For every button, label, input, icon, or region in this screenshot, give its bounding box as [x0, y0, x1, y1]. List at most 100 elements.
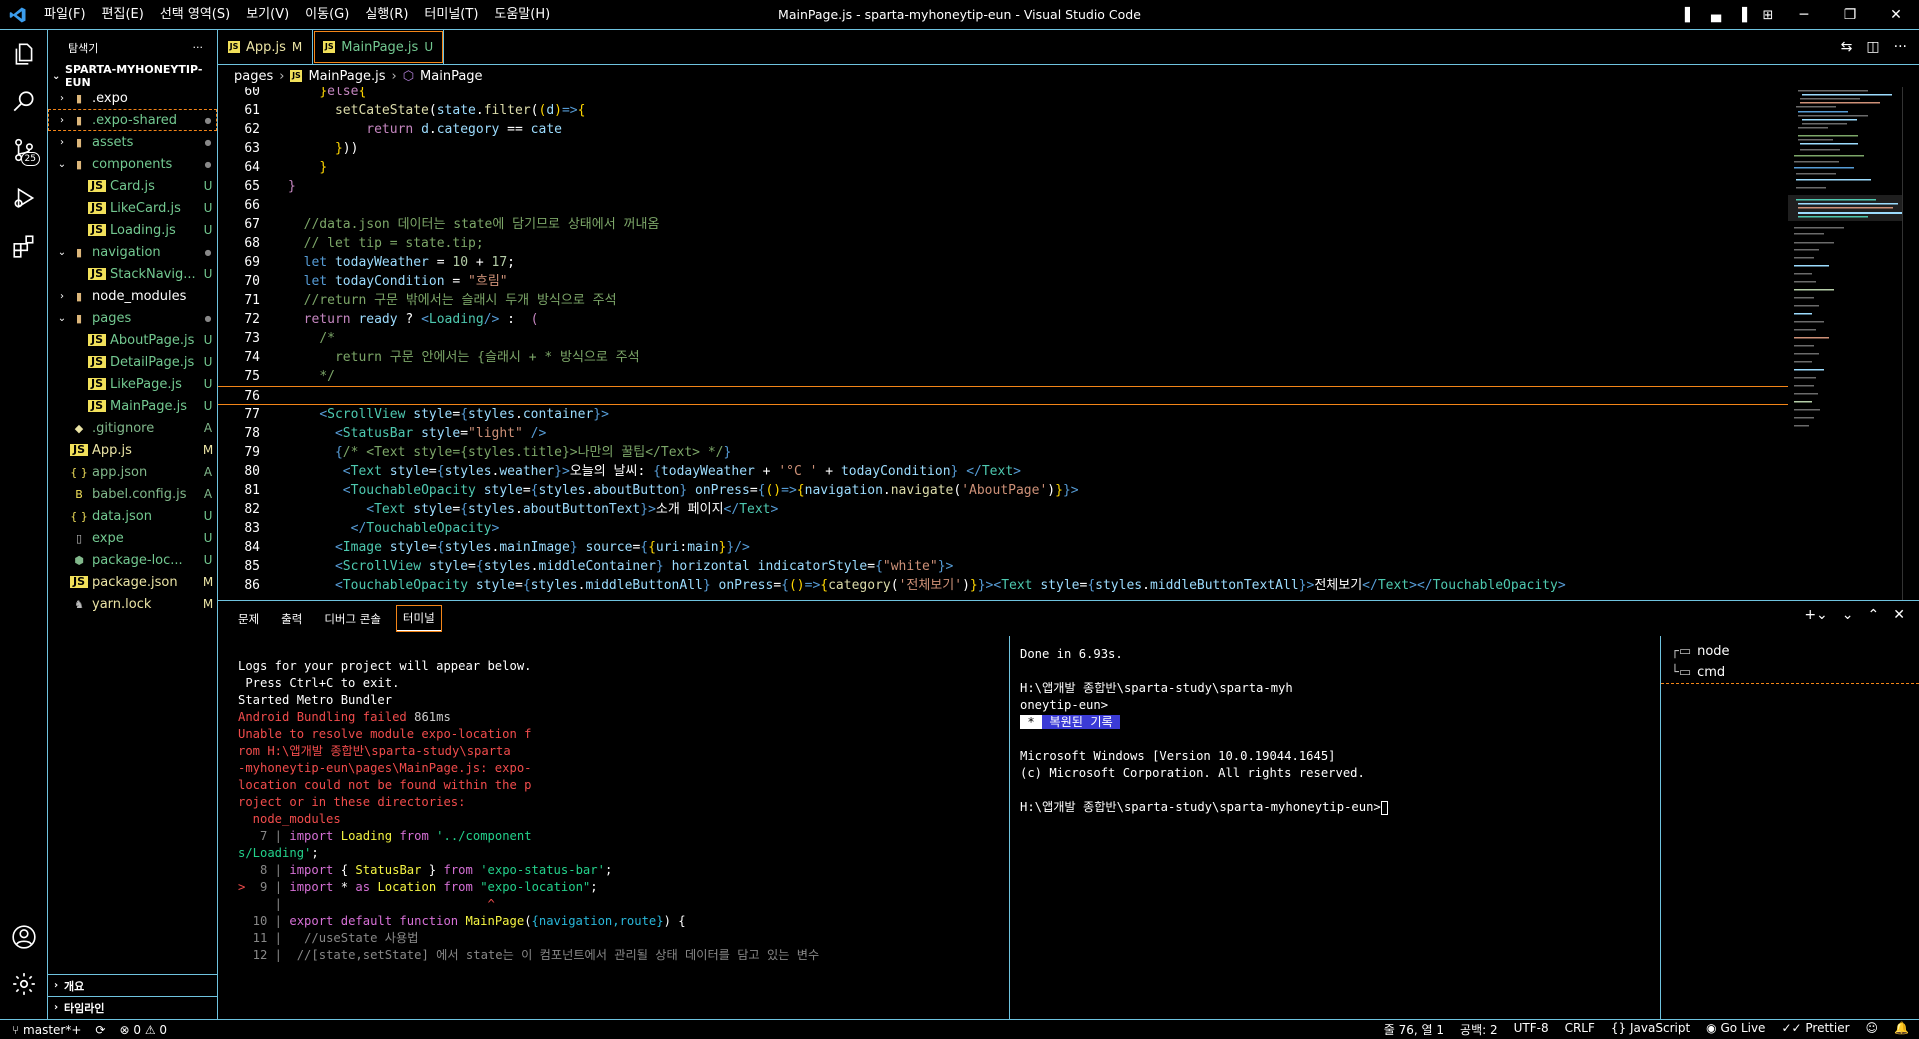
tree-item[interactable]: JS AboutPage.js U: [48, 329, 217, 351]
accounts-icon[interactable]: [0, 913, 48, 961]
tree-item[interactable]: ⌄ ▮ components ●: [48, 153, 217, 175]
restore-icon[interactable]: ❐: [1827, 7, 1873, 23]
panel-tab[interactable]: 디버그 콘솔: [318, 607, 387, 631]
terminal-right[interactable]: Done in 6.93s. H:\앱개발 종합반\sparta-study\s…: [1009, 636, 1659, 1020]
tree-item[interactable]: JS LikePage.js U: [48, 373, 217, 395]
breadcrumb-symbol[interactable]: MainPage: [420, 69, 483, 84]
cursor-position[interactable]: 줄 76, 열 1: [1384, 1021, 1444, 1038]
toggle-secondary-sidebar-icon[interactable]: ▐: [1729, 8, 1755, 23]
chevron-down-icon[interactable]: ⌄: [1842, 607, 1854, 623]
search-icon[interactable]: [0, 78, 48, 126]
minimize-icon[interactable]: ─: [1781, 7, 1827, 23]
tree-item[interactable]: JS MainPage.js U: [48, 395, 217, 417]
tree-item[interactable]: { } data.json U: [48, 505, 217, 527]
tree-item-label: .expo-shared: [92, 112, 178, 128]
tree-item[interactable]: ♞ yarn.lock M: [48, 593, 217, 615]
chevron-right-icon: ›: [279, 68, 285, 84]
feedback-icon[interactable]: ☺: [1866, 1021, 1879, 1038]
restored-history-label: 복원된 기록: [1049, 715, 1113, 729]
customize-layout-icon[interactable]: ⊞: [1755, 8, 1781, 23]
tree-item[interactable]: ▯ expe U: [48, 527, 217, 549]
breadcrumb: pages › JS MainPage.js › ⬡ MainPage: [218, 65, 1919, 87]
minimap[interactable]: [1788, 87, 1902, 600]
tree-item[interactable]: ⌄ ▮ navigation ●: [48, 241, 217, 263]
tree-item[interactable]: ⬢ package-loc... U: [48, 549, 217, 571]
js-file-icon: JS: [88, 202, 106, 214]
tree-item[interactable]: › ▮ assets ●: [48, 131, 217, 153]
menu-item[interactable]: 이동(G): [297, 0, 357, 30]
tree-item[interactable]: › ▮ node_modules: [48, 285, 217, 307]
encoding[interactable]: UTF-8: [1514, 1021, 1549, 1038]
menu-item[interactable]: 실행(R): [357, 0, 416, 30]
menu-item[interactable]: 터미널(T): [416, 0, 486, 30]
terminal-instance[interactable]: ┌▭ node: [1661, 640, 1919, 662]
panel-tab[interactable]: 터미널: [395, 605, 442, 632]
menu-item[interactable]: 파일(F): [36, 0, 94, 30]
tree-item[interactable]: JS Loading.js U: [48, 219, 217, 241]
toggle-sidebar-icon[interactable]: ▌: [1677, 8, 1703, 23]
menu-item[interactable]: 도움말(H): [486, 0, 558, 30]
panel-tab[interactable]: 출력: [275, 607, 308, 631]
tree-item[interactable]: JS App.js M: [48, 439, 217, 461]
yarn-file-icon: ♞: [74, 597, 84, 611]
git-status-badge: U: [203, 201, 213, 215]
code-line: 71 //return 구문 밖에서는 슬래시 두개 방식으로 주석: [244, 293, 617, 308]
close-icon[interactable]: ✕: [1873, 7, 1919, 23]
extensions-icon[interactable]: [0, 222, 48, 270]
menu-item[interactable]: 보기(V): [238, 0, 297, 30]
open-changes-icon[interactable]: ⇆: [1841, 39, 1853, 55]
js-file-icon: JS: [323, 41, 336, 53]
notifications-bell-icon[interactable]: 🔔: [1894, 1021, 1909, 1038]
tree-item-label: babel.config.js: [92, 486, 187, 502]
explorer-icon[interactable]: [0, 30, 48, 78]
new-terminal-plus-icon[interactable]: +⌄: [1804, 607, 1827, 623]
menu-item[interactable]: 선택 영역(S): [152, 0, 238, 30]
toggle-panel-icon[interactable]: ▄: [1703, 8, 1729, 23]
js-file-icon: JS: [228, 41, 240, 53]
project-root[interactable]: ⌄ SPARTA-MYHONEYTIP-EUN: [48, 63, 217, 89]
panel-tab[interactable]: 문제: [232, 607, 265, 631]
tree-item[interactable]: ⌄ ▮ pages ●: [48, 307, 217, 329]
tab-mainpage-js[interactable]: JS MainPage.js U: [313, 30, 445, 64]
editor-scrollbar[interactable]: [1902, 87, 1919, 600]
tree-item[interactable]: JS package.json M: [48, 571, 217, 593]
source-control-icon[interactable]: 25: [0, 126, 48, 174]
manage-gear-icon[interactable]: [0, 960, 48, 1008]
line-ending[interactable]: CRLF: [1565, 1021, 1595, 1038]
menu-item[interactable]: 편집(E): [94, 0, 152, 30]
git-status-badge: U: [203, 355, 213, 369]
tree-item-label: App.js: [92, 442, 132, 458]
branch-indicator[interactable]: ⑂ master*+: [12, 1023, 81, 1037]
code-editor[interactable]: 60 }else{ 61 setCateState(state.filter((…: [218, 87, 1788, 600]
tab-app-js[interactable]: JS App.js M: [218, 30, 314, 64]
terminal-left[interactable]: Logs for your project will appear below.…: [218, 636, 1008, 1020]
go-live-button[interactable]: ◉ Go Live: [1706, 1021, 1765, 1038]
indentation[interactable]: 공백: 2: [1460, 1021, 1498, 1038]
more-actions-icon[interactable]: ···: [193, 41, 204, 54]
sync-icon[interactable]: ⟳: [95, 1023, 105, 1037]
split-editor-icon[interactable]: ◫: [1866, 39, 1879, 55]
tree-item[interactable]: JS Card.js U: [48, 175, 217, 197]
code-line: 82 <Text style={styles.aboutButtonText}>…: [244, 502, 779, 517]
more-actions-icon[interactable]: ···: [1894, 39, 1907, 55]
timeline-label: 타임라인: [64, 1001, 105, 1015]
tree-item[interactable]: JS StackNavig... U: [48, 263, 217, 285]
breadcrumb-file[interactable]: MainPage.js: [308, 69, 385, 84]
tree-item[interactable]: { } app.json A: [48, 461, 217, 483]
prettier-button[interactable]: ✓✓ Prettier: [1781, 1021, 1849, 1038]
timeline-section[interactable]: › 타임라인: [48, 996, 218, 1018]
language-mode[interactable]: {} JavaScript: [1611, 1021, 1690, 1038]
close-panel-icon[interactable]: ✕: [1893, 607, 1905, 623]
breadcrumb-folder[interactable]: pages: [234, 69, 273, 84]
outline-section[interactable]: › 개요: [48, 974, 218, 996]
tree-item[interactable]: JS LikeCard.js U: [48, 197, 217, 219]
tree-item[interactable]: ◆ .gitignore A: [48, 417, 217, 439]
tree-item[interactable]: › ▮ .expo-shared ●: [48, 109, 217, 131]
tree-item[interactable]: › ▮ .expo: [48, 87, 217, 109]
tree-item[interactable]: Bbabel.config.js A: [48, 483, 217, 505]
tree-item[interactable]: JS DetailPage.js U: [48, 351, 217, 373]
terminal-instance[interactable]: └▭ cmd: [1661, 662, 1919, 684]
problems-indicator[interactable]: ⊗ 0 ⚠ 0: [119, 1023, 167, 1037]
run-debug-icon[interactable]: [0, 174, 48, 222]
maximize-panel-icon[interactable]: ⌃: [1868, 607, 1880, 623]
